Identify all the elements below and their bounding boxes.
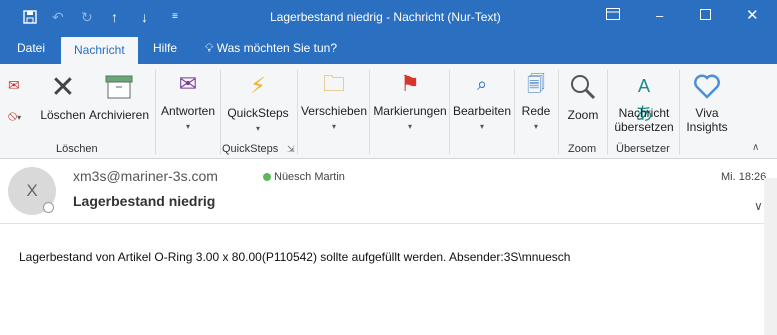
move-label: Verschieben [300,104,368,118]
tab-datei[interactable]: Datei [17,41,45,55]
ribbon: ✉ ⦸▾ ✕ Löschen Archivieren Löschen ✉ Ant… [0,64,777,159]
chevron-down-icon: ▾ [331,122,336,131]
translate-label-line2: übersetzen [614,120,674,134]
move-button[interactable]: 🗀︎ Verschieben ▾ [300,70,368,132]
tab-hilfe[interactable]: Hilfe [153,41,177,55]
more-icon[interactable]: ≡ [172,9,178,25]
viva-label-line2: Insights [686,120,728,134]
collapse-ribbon-icon[interactable]: ∧ [752,142,759,153]
viva-insights-button[interactable]: Viva Insights [682,72,732,134]
respond-button[interactable]: ✉ Antworten ▾ [158,70,218,132]
separator [220,70,221,154]
tags-button[interactable]: ⚑ Markierungen ▾ [372,70,448,132]
quicksteps-label: QuickSteps [227,106,289,120]
edit-label: Bearbeiten [452,104,512,118]
separator [607,70,608,154]
undo-icon[interactable]: ↶ [52,9,64,25]
separator [514,70,515,154]
recipient-name: Nüesch Martin [274,171,345,183]
archive-icon [105,74,133,102]
separator [297,70,298,154]
ignore-icon[interactable]: ✉ [8,77,20,94]
translate-icon: Aあ [635,76,653,124]
separator [369,70,370,154]
group-quicksteps-label: QuickSteps [222,143,279,155]
archive-button[interactable]: Archivieren [89,74,149,122]
junk-icon[interactable]: ⦸▾ [8,107,21,124]
find-icon: ⌕ [476,74,488,94]
maximize-icon[interactable] [700,8,711,23]
group-delete-label: Löschen [56,143,98,155]
chevron-down-icon: ▾ [255,124,260,133]
chevron-down-icon: ▾ [533,122,538,131]
sender-address[interactable]: xm3s@mariner-3s.com [73,168,218,184]
read-aloud-icon: 🗐︎ [527,74,545,94]
speech-button[interactable]: 🗐︎ Rede ▾ [517,70,555,132]
recipient[interactable]: Nüesch Martin [263,171,345,183]
close-icon[interactable]: ✕ [746,6,759,24]
speech-label: Rede [521,104,551,118]
separator [558,70,559,154]
up-arrow-icon[interactable]: ↑ [111,9,118,25]
flag-icon: ⚑ [400,71,420,96]
respond-label: Antworten [160,104,216,118]
lightning-icon: ⚡︎ [250,73,266,98]
delete-button[interactable]: ✕ Löschen [40,71,86,123]
move-folder-icon: 🗀︎ [322,71,345,96]
redo-icon[interactable]: ↻ [81,9,93,25]
header-divider [0,223,777,224]
message-subject: Lagerbestand niedrig [73,193,216,209]
presence-status-icon [43,202,54,213]
message-time: Mi. 18:26 [721,171,767,183]
lightbulb-icon: 💡︎ [205,41,214,55]
window-title: Lagerbestand niedrig - Nachricht (Nur-Te… [270,10,501,24]
zoom-label: Zoom [567,108,599,122]
message-header: X xm3s@mariner-3s.com Nüesch Martin Lage… [0,159,777,223]
zoom-button[interactable]: Zoom [561,74,605,122]
ribbon-tabs: Datei Nachricht Hilfe 💡︎ Was möchten Sie… [0,35,777,64]
chevron-down-icon[interactable]: ∨ [754,199,763,213]
translate-button[interactable]: Aあ Nachricht übersetzen [610,72,678,134]
separator [155,70,156,154]
delete-x-icon: ✕ [50,71,76,104]
dialog-launcher-icon[interactable]: ⇲ [287,144,295,155]
delete-label: Löschen [40,108,86,122]
title-bar: ↶ ↻ ↑ ↓ ≡ Lagerbestand niedrig - Nachric… [0,0,777,35]
translate-label-line1: Nachricht [618,106,670,120]
down-arrow-icon[interactable]: ↓ [141,9,148,25]
chevron-down-icon: ▾ [185,122,190,131]
online-status-icon [263,173,271,181]
scrollbar[interactable] [764,178,777,335]
tell-me-search[interactable]: 💡︎ Was möchten Sie tun? [205,41,337,56]
group-translate-label: Übersetzer [616,143,670,155]
minimize-icon[interactable]: – [656,8,663,23]
separator [679,70,680,154]
quicksteps-button[interactable]: ⚡︎ QuickSteps ▾ [226,72,290,134]
message-body: Lagerbestand von Artikel O-Ring 3.00 x 8… [19,250,571,264]
chevron-down-icon: ▾ [479,122,484,131]
viva-label-line1: Viva [695,106,719,120]
tags-label: Markierungen [373,104,447,118]
reply-envelope-icon: ✉ [178,71,198,96]
tell-me-label: Was möchten Sie tun? [216,41,338,55]
separator [449,70,450,154]
chevron-down-icon: ▾ [407,122,412,131]
viva-insights-icon [693,72,721,100]
edit-button[interactable]: ⌕ Bearbeiten ▾ [452,70,512,132]
tab-nachricht[interactable]: Nachricht [61,37,138,64]
archive-label: Archivieren [89,108,150,122]
group-zoom-label: Zoom [568,143,597,155]
magnifier-icon [569,74,597,102]
save-icon[interactable] [22,9,38,28]
ribbon-display-icon[interactable] [606,8,620,23]
